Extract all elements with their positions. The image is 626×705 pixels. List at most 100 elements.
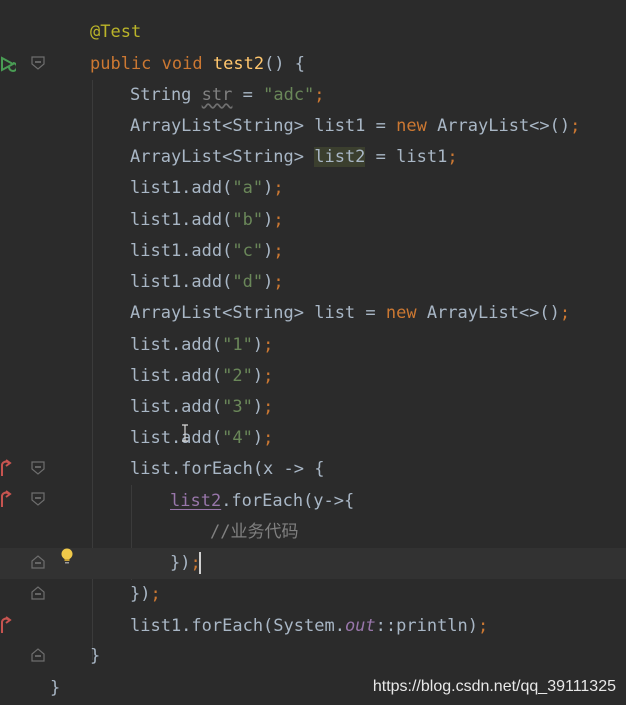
add-call: list1.add("a");	[130, 173, 284, 204]
close-paren: )	[252, 428, 264, 448]
keyword-void: void	[161, 54, 203, 74]
code-line-4[interactable]: ArrayList<String> list1 = new ArrayList<…	[0, 111, 626, 142]
semicolon: ;	[314, 85, 325, 105]
code-line-1[interactable]: @Test	[0, 17, 626, 48]
close-paren: )	[252, 366, 264, 386]
code-editor[interactable]: @Test public void test2() { String str =…	[0, 0, 626, 705]
intention-bulb-icon[interactable]	[59, 546, 75, 566]
code-line-19[interactable]: });	[0, 579, 626, 610]
recursive-call-icon[interactable]	[0, 458, 12, 478]
declaration-text: ArrayList<String> list =	[130, 303, 386, 323]
close-paren: )	[263, 241, 274, 261]
code-line-11[interactable]: list.add("1");	[0, 330, 626, 361]
code-line-9[interactable]: list1.add("d");	[0, 267, 626, 298]
add-call: list1.add("c");	[130, 236, 284, 267]
call-text: list1.add(	[130, 272, 233, 292]
inner-lambda-close: });	[170, 548, 201, 579]
call-text: list.add(	[130, 335, 223, 355]
recursive-call-icon[interactable]	[0, 489, 12, 509]
code-line-7[interactable]: list1.add("b");	[0, 205, 626, 236]
close-paren: )	[252, 397, 264, 417]
string-literal: "4"	[222, 428, 253, 448]
foreach-inner: list2.forEach(y->{	[170, 486, 354, 517]
foreach-call-text: .forEach(y->{	[221, 491, 355, 511]
fold-icon[interactable]	[31, 492, 45, 506]
close-paren: )	[263, 272, 274, 292]
code-line-15[interactable]: list.forEach(x -> {	[0, 454, 626, 485]
list1-declaration: ArrayList<String> list1 = new ArrayList<…	[130, 111, 580, 142]
code-line-13[interactable]: list.add("3");	[0, 392, 626, 423]
foreach-outer: list.forEach(x -> {	[130, 459, 325, 479]
fold-icon[interactable]	[31, 56, 45, 70]
code-line-10[interactable]: ArrayList<String> list = new ArrayList<>…	[0, 298, 626, 329]
call-text: list1.forEach(System.	[130, 616, 345, 636]
comment-business-code: //业务代码	[210, 522, 299, 542]
call-text: list1.add(	[130, 210, 233, 230]
semicolon: ;	[570, 116, 581, 136]
semicolon: ;	[559, 303, 571, 323]
code-line-3[interactable]: String str = "adc";	[0, 80, 626, 111]
run-test-icon[interactable]	[0, 55, 16, 73]
text-caret	[199, 552, 201, 574]
call-text: list.add(	[130, 428, 223, 448]
semicolon: ;	[478, 616, 489, 636]
add-call: list1.add("d");	[130, 267, 284, 298]
semicolon: ;	[273, 178, 284, 198]
string-literal: "d"	[232, 272, 264, 292]
code-line-5[interactable]: ArrayList<String> list2 = list1;	[0, 142, 626, 173]
code-line-12[interactable]: list.add("2");	[0, 361, 626, 392]
string-literal: "3"	[222, 397, 253, 417]
keyword-new: new	[396, 116, 427, 136]
keyword-public: public	[90, 54, 152, 74]
call-text: list.add(	[130, 397, 223, 417]
code-line-8[interactable]: list1.add("c");	[0, 236, 626, 267]
println-foreach: list1.forEach(System.out::println);	[130, 611, 488, 642]
unused-variable-str: str	[201, 85, 233, 105]
semicolon: ;	[263, 397, 274, 417]
call-text: list1.add(	[130, 178, 233, 198]
code-line-6[interactable]: list1.add("a");	[0, 173, 626, 204]
code-line-21[interactable]: }	[0, 641, 626, 672]
constructor-call: ArrayList<>()	[426, 116, 571, 136]
close-paren: )	[263, 178, 274, 198]
code-line-20[interactable]: list1.forEach(System.out::println);	[0, 611, 626, 642]
string-literal: "c"	[232, 241, 264, 261]
code-line-14[interactable]: list.add("4");	[0, 423, 626, 454]
fold-end-icon[interactable]	[31, 648, 45, 662]
string-literal: "1"	[222, 335, 253, 355]
semicolon: ;	[273, 272, 284, 292]
list-declaration: ArrayList<String> list = new ArrayList<>…	[130, 298, 570, 329]
string-literal: "a"	[232, 178, 264, 198]
add-call: list.add("4");	[130, 423, 273, 454]
method-signature: public void test2() {	[90, 49, 305, 80]
string-literal: "2"	[222, 366, 253, 386]
captured-variable-list2: list2	[170, 491, 222, 511]
method-close-brace: }	[90, 646, 101, 666]
close-paren: )	[252, 335, 264, 355]
close-paren: )	[263, 210, 274, 230]
fold-icon[interactable]	[31, 461, 45, 475]
code-line-17[interactable]: //业务代码	[0, 517, 626, 548]
outer-lambda-close: });	[130, 579, 161, 610]
call-text: list1.add(	[130, 241, 233, 261]
close-braces: })	[130, 584, 151, 604]
watermark-url: https://blog.csdn.net/qq_39111325	[372, 678, 616, 695]
fold-end-icon[interactable]	[31, 586, 45, 600]
semicolon: ;	[273, 210, 284, 230]
add-call: list.add("3");	[130, 392, 273, 423]
code-line-18-current[interactable]: });	[0, 548, 626, 579]
string-literal: "adc"	[263, 85, 315, 105]
code-line-2[interactable]: public void test2() {	[0, 49, 626, 80]
class-close-brace: }	[50, 678, 61, 698]
close-braces: })	[170, 553, 191, 573]
method-name: test2	[212, 54, 265, 74]
fold-end-icon[interactable]	[31, 555, 45, 569]
assignment-text: = list1	[365, 147, 448, 167]
add-call: list.add("1");	[130, 330, 273, 361]
code-line-16[interactable]: list2.forEach(y->{	[0, 486, 626, 517]
highlighted-variable-list2: list2	[314, 147, 366, 167]
list2-declaration: ArrayList<String> list2 = list1;	[130, 142, 458, 173]
type-string: String	[130, 85, 192, 105]
recursive-call-icon[interactable]	[0, 615, 12, 635]
declaration-text: ArrayList<String>	[130, 147, 315, 167]
